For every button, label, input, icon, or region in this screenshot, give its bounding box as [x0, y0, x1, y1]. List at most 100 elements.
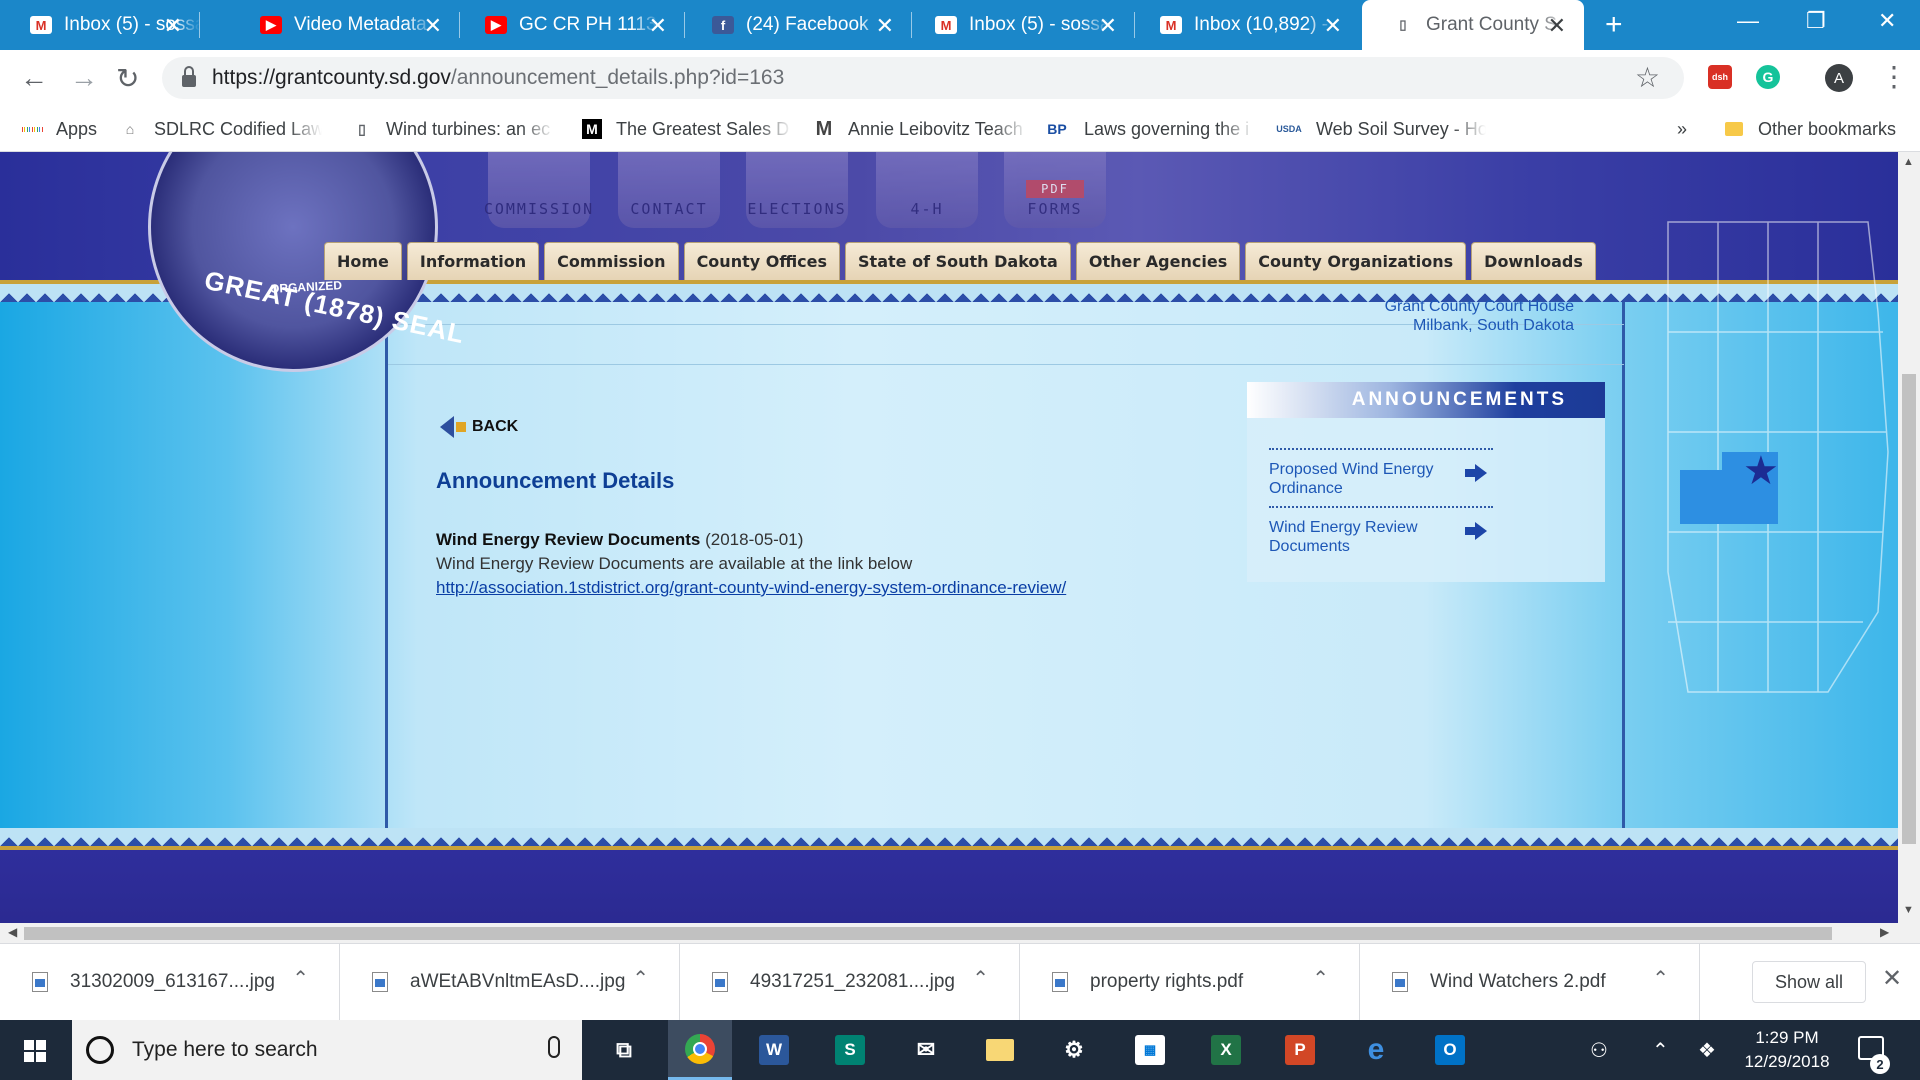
nav-county-offices[interactable]: County Offices — [683, 242, 841, 280]
nav-other-agencies[interactable]: Other Agencies — [1075, 242, 1241, 280]
show-all-button[interactable]: Show all — [1752, 961, 1866, 1003]
bookmark-wind-turbines[interactable]: ▯ Wind turbines: an ec — [352, 115, 554, 143]
notification-badge: 2 — [1870, 1054, 1890, 1074]
chevron-up-icon[interactable]: ⌃ — [1312, 966, 1329, 991]
bookmark-web-soil[interactable]: USDA Web Soil Survey - Ho — [1276, 115, 1486, 143]
close-icon[interactable]: ✕ — [424, 13, 442, 39]
grammarly-icon[interactable]: G — [1756, 65, 1780, 89]
bookmark-sdlrc[interactable]: ⌂ SDLRC Codified Laws — [120, 115, 322, 143]
scroll-thumb[interactable] — [24, 927, 1832, 940]
nav-state-of-south-dakota[interactable]: State of South Dakota — [845, 242, 1071, 280]
download-item[interactable]: property rights.pdf ⌃ — [1020, 944, 1360, 1020]
outlook-icon[interactable]: O — [1428, 1028, 1472, 1072]
bookmarks-overflow[interactable]: » — [1677, 115, 1687, 143]
sidebar-item-review-documents[interactable]: Wind Energy Review Documents — [1269, 506, 1493, 564]
url-text[interactable]: https://grantcounty.sd.gov/announcement_… — [212, 66, 784, 90]
nav-information[interactable]: Information — [406, 242, 540, 280]
tab-2[interactable]: ▶ GC CR PH 1113 ✕ — [455, 0, 685, 50]
scroll-left-icon[interactable]: ◀ — [8, 925, 17, 939]
header-4h-button[interactable]: 4-H — [876, 152, 978, 228]
menu-kebab-icon[interactable]: ⋮ — [1880, 60, 1908, 93]
new-tab-button[interactable]: + — [1605, 8, 1623, 42]
nav-downloads[interactable]: Downloads — [1471, 242, 1596, 280]
file-explorer-icon[interactable] — [978, 1028, 1022, 1072]
reload-icon[interactable]: ↻ — [116, 62, 139, 95]
sway-icon[interactable]: S — [828, 1028, 872, 1072]
download-item[interactable]: 49317251_232081....jpg ⌃ — [680, 944, 1020, 1020]
image-file-icon — [712, 972, 728, 992]
sidebar-item-proposed-ordinance[interactable]: Proposed Wind Energy Ordinance — [1269, 448, 1493, 506]
lock-icon — [182, 66, 196, 87]
taskbar-search[interactable]: Type here to search — [72, 1020, 582, 1080]
scroll-up-icon[interactable]: ▲ — [1903, 156, 1914, 168]
microphone-icon[interactable] — [548, 1036, 560, 1058]
chevron-up-icon[interactable]: ⌃ — [1652, 1038, 1669, 1063]
bookmark-laws[interactable]: BP Laws governing the i — [1044, 115, 1254, 143]
settings-gear-icon[interactable]: ⚙ — [1052, 1028, 1096, 1072]
close-icon[interactable]: ✕ — [1548, 13, 1566, 39]
back-button[interactable]: BACK — [440, 416, 518, 438]
chevron-up-icon[interactable]: ⌃ — [632, 966, 649, 991]
people-icon[interactable]: ⚇ — [1590, 1038, 1608, 1063]
restore-button[interactable]: ❐ — [1806, 8, 1826, 34]
chevron-up-icon[interactable]: ⌃ — [972, 966, 989, 991]
forward-arrow-icon[interactable]: → — [70, 62, 98, 94]
header-contact-button[interactable]: CONTACT — [618, 152, 720, 228]
word-icon[interactable]: W — [752, 1028, 796, 1072]
dropbox-icon[interactable]: ❖ — [1698, 1038, 1716, 1063]
bookmark-star-icon[interactable]: ☆ — [1635, 61, 1660, 94]
address-bar[interactable]: https://grantcounty.sd.gov/announcement_… — [162, 57, 1684, 99]
vertical-scrollbar[interactable]: ▲ ▼ — [1898, 152, 1920, 923]
header-elections-button[interactable]: ELECTIONS — [746, 152, 848, 228]
windows-start-icon[interactable] — [24, 1040, 46, 1062]
close-icon[interactable]: ✕ — [164, 13, 182, 39]
close-icon[interactable]: ✕ — [1099, 13, 1117, 39]
profile-avatar[interactable]: A — [1825, 64, 1853, 92]
powerpoint-icon[interactable]: P — [1278, 1028, 1322, 1072]
tab-3[interactable]: f (24) Facebook ✕ — [682, 0, 912, 50]
tab-4[interactable]: M Inbox (5) - sossa ✕ — [905, 0, 1135, 50]
bookmarks-bar: Apps ⌂ SDLRC Codified Laws ▯ Wind turbin… — [0, 106, 1920, 152]
scroll-right-icon[interactable]: ▶ — [1880, 925, 1889, 939]
mail-icon[interactable]: ✉ — [904, 1028, 948, 1072]
tab-5[interactable]: M Inbox (10,892) - ✕ — [1130, 0, 1360, 50]
close-window-button[interactable]: ✕ — [1878, 8, 1896, 34]
tab-active[interactable]: ▯ Grant County S ✕ — [1362, 0, 1584, 50]
download-item[interactable]: 31302009_613167....jpg ⌃ — [0, 944, 340, 1020]
bookmark-sales[interactable]: M The Greatest Sales D — [582, 115, 792, 143]
scroll-down-icon[interactable]: ▼ — [1903, 904, 1914, 916]
store-icon[interactable]: ▦ — [1128, 1028, 1172, 1072]
nav-home[interactable]: Home — [324, 242, 402, 280]
header-commission-button[interactable]: COMMISSION — [484, 152, 592, 228]
horizontal-scrollbar[interactable]: ◀ ▶ — [0, 923, 1920, 943]
chrome-icon[interactable] — [668, 1020, 732, 1080]
header-forms-button[interactable]: PDF FORMS — [1004, 152, 1106, 228]
download-item[interactable]: Wind Watchers 2.pdf ⌃ — [1360, 944, 1700, 1020]
task-view-icon[interactable]: ⧉ — [602, 1028, 646, 1072]
close-icon[interactable]: ✕ — [1882, 964, 1902, 993]
nav-county-organizations[interactable]: County Organizations — [1245, 242, 1467, 280]
scroll-thumb[interactable] — [1902, 374, 1916, 844]
column-divider — [385, 302, 388, 832]
system-clock[interactable]: 1:29 PM 12/29/2018 — [1732, 1026, 1842, 1074]
minimize-button[interactable]: — — [1737, 8, 1759, 34]
download-item[interactable]: aWEtABVnltmEAsD....jpg ⌃ — [340, 944, 680, 1020]
nav-commission[interactable]: Commission — [544, 242, 679, 280]
close-icon[interactable]: ✕ — [876, 13, 894, 39]
extension-icon[interactable]: dsh — [1708, 65, 1732, 89]
arrow-right-icon[interactable] — [1465, 522, 1487, 540]
bookmark-other[interactable]: Other bookmarks — [1724, 115, 1896, 143]
bookmark-apps[interactable]: Apps — [22, 115, 97, 143]
close-icon[interactable]: ✕ — [1324, 13, 1342, 39]
chevron-up-icon[interactable]: ⌃ — [292, 966, 309, 991]
back-arrow-icon[interactable]: ← — [20, 62, 48, 94]
bookmark-leibovitz[interactable]: M Annie Leibovitz Teach — [814, 115, 1028, 143]
edge-icon[interactable]: e — [1354, 1028, 1398, 1072]
tab-0[interactable]: M Inbox (5) - sossa ✕ — [0, 0, 200, 50]
excel-icon[interactable]: X — [1204, 1028, 1248, 1072]
announcement-link[interactable]: http://association.1stdistrict.org/grant… — [436, 578, 1066, 597]
arrow-right-icon[interactable] — [1465, 464, 1487, 482]
tab-1[interactable]: ▶ Video Metadata ✕ — [230, 0, 460, 50]
chevron-up-icon[interactable]: ⌃ — [1652, 966, 1669, 991]
close-icon[interactable]: ✕ — [649, 13, 667, 39]
